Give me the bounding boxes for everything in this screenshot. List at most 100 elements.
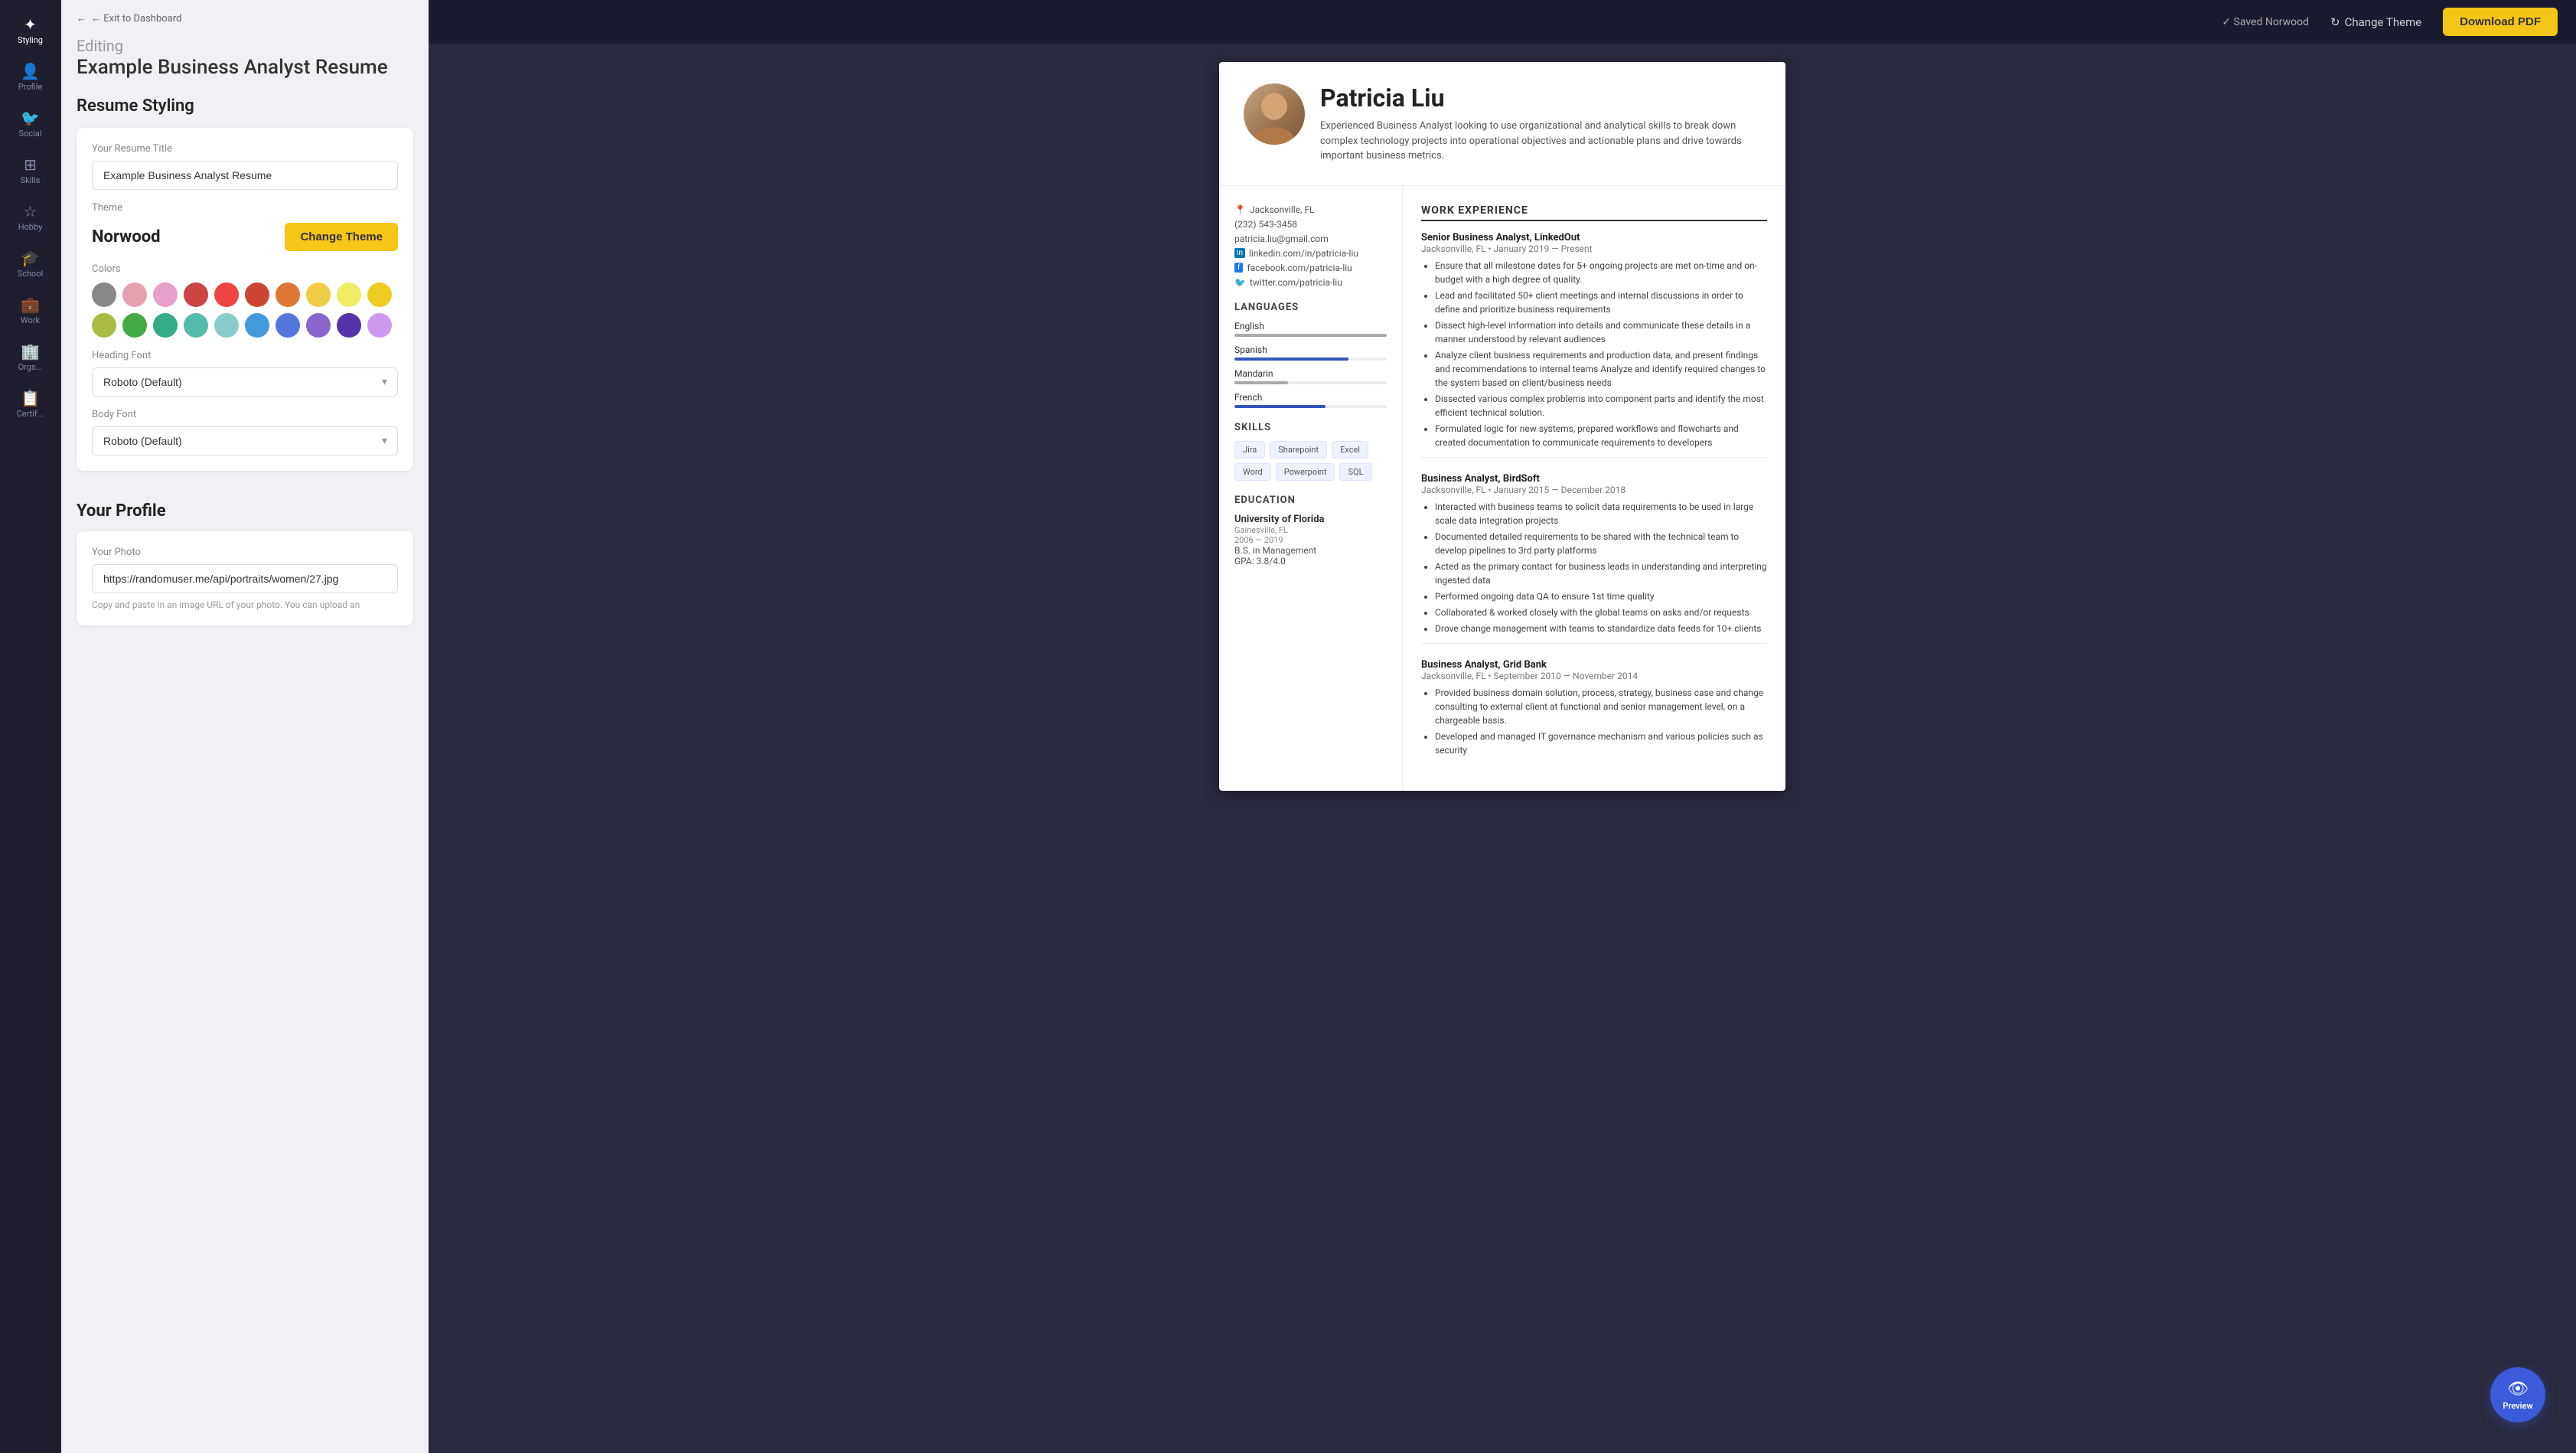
download-pdf-button[interactable]: Download PDF xyxy=(2443,8,2558,36)
edu-gpa: GPA: 3.8/4.0 xyxy=(1234,556,1387,567)
sidebar-item-work[interactable]: 💼 Work xyxy=(4,289,57,333)
preview-fab[interactable]: 👁 Preview xyxy=(2490,1367,2545,1422)
sidebar-item-styling[interactable]: ✦ Styling xyxy=(4,9,57,53)
resume-title-input[interactable] xyxy=(92,161,398,190)
color-dot[interactable] xyxy=(276,313,300,338)
contact-linkedin: in linkedin.com/in/patricia-liu xyxy=(1234,248,1387,259)
job-bullets: Ensure that all milestone dates for 5+ o… xyxy=(1421,259,1767,449)
sidebar-item-orgs[interactable]: 🏢 Orgs... xyxy=(4,336,57,380)
change-theme-top-button[interactable]: ↻ Change Theme xyxy=(2321,9,2431,35)
orgs-icon: 🏢 xyxy=(21,344,40,359)
theme-label: Theme xyxy=(92,202,398,214)
skill-tag: Powerpoint xyxy=(1276,463,1335,481)
edu-dates: 2006 — 2019 xyxy=(1234,535,1387,545)
job-entry: Business Analyst, Grid Bank Jacksonville… xyxy=(1421,659,1767,757)
language-name: Mandarin xyxy=(1234,368,1387,379)
job-bullet: Collaborated & worked closely with the g… xyxy=(1435,606,1767,619)
skills-icon: ⊞ xyxy=(24,157,37,172)
contact-phone: (232) 543-3458 xyxy=(1234,219,1387,230)
color-dot[interactable] xyxy=(92,313,116,338)
job-entry: Business Analyst, BirdSoft Jacksonville,… xyxy=(1421,473,1767,644)
contact-twitter: 🐦 twitter.com/patricia-liu xyxy=(1234,277,1387,288)
color-dot[interactable] xyxy=(214,313,239,338)
job-bullet: Analyze client business requirements and… xyxy=(1435,348,1767,390)
location-icon: 📍 xyxy=(1234,204,1246,215)
language-bar-bg xyxy=(1234,358,1387,361)
color-dot[interactable] xyxy=(337,282,361,307)
sidebar-item-skills[interactable]: ⊞ Skills xyxy=(4,149,57,193)
hobby-icon: ☆ xyxy=(24,204,37,219)
job-title: Senior Business Analyst, LinkedOut xyxy=(1421,232,1767,243)
contact-facebook: f facebook.com/patricia-liu xyxy=(1234,263,1387,273)
color-dot[interactable] xyxy=(306,282,331,307)
job-entry: Senior Business Analyst, LinkedOut Jacks… xyxy=(1421,232,1767,458)
photo-url-input[interactable] xyxy=(92,564,398,593)
language-item: Spanish xyxy=(1234,344,1387,361)
color-dot[interactable] xyxy=(367,313,392,338)
sidebar-item-certif[interactable]: 📋 Certif... xyxy=(4,383,57,426)
color-dot[interactable] xyxy=(214,282,239,307)
color-dot[interactable] xyxy=(184,313,208,338)
resume-header: Patricia Liu Experienced Business Analys… xyxy=(1219,62,1785,186)
profile-section: Your Profile Your Photo Copy and paste i… xyxy=(61,501,429,625)
edu-school: University of Florida xyxy=(1234,514,1387,525)
linkedin-icon: in xyxy=(1234,248,1245,258)
job-bullets: Interacted with business teams to solici… xyxy=(1421,500,1767,635)
school-icon: 🎓 xyxy=(21,250,40,266)
job-divider xyxy=(1421,643,1767,644)
sidebar-item-profile[interactable]: 👤 Profile xyxy=(4,56,57,100)
language-name: Spanish xyxy=(1234,344,1387,355)
job-divider xyxy=(1421,457,1767,458)
change-theme-button[interactable]: Change Theme xyxy=(285,223,398,251)
skill-tag: Sharepoint xyxy=(1270,441,1327,459)
sidebar-item-hobby[interactable]: ☆ Hobby xyxy=(4,196,57,240)
color-dot[interactable] xyxy=(367,282,392,307)
preview-eye-icon: 👁 xyxy=(2507,1380,2529,1399)
body-font-select[interactable]: Roboto (Default) xyxy=(92,426,398,455)
job-bullet: Ensure that all milestone dates for 5+ o… xyxy=(1435,259,1767,286)
job-title: Business Analyst, BirdSoft xyxy=(1421,473,1767,485)
job-bullet: Lead and facilitated 50+ client meetings… xyxy=(1435,289,1767,316)
language-bar-bg xyxy=(1234,405,1387,408)
language-bar-fill xyxy=(1234,358,1348,361)
styling-section-header: Resume Styling xyxy=(77,96,413,116)
profile-section-title: Your Profile xyxy=(77,501,413,521)
color-dot[interactable] xyxy=(122,313,147,338)
color-dot[interactable] xyxy=(153,313,178,338)
languages-container: English Spanish Mandarin French xyxy=(1234,321,1387,408)
job-meta: Jacksonville, FL • January 2015 — Decemb… xyxy=(1421,485,1767,495)
work-section-title: WORK EXPERIENCE xyxy=(1421,204,1767,221)
color-dot[interactable] xyxy=(122,282,147,307)
skills-container: JiraSharepointExcelWordPowerpointSQL xyxy=(1234,441,1387,481)
skill-tag: SQL xyxy=(1339,463,1371,481)
resume-name: Patricia Liu xyxy=(1320,83,1761,113)
editing-header: Editing Example Business Analyst Resume xyxy=(61,37,429,96)
color-dot[interactable] xyxy=(306,313,331,338)
sidebar-item-school[interactable]: 🎓 School xyxy=(4,243,57,286)
color-dot[interactable] xyxy=(92,282,116,307)
photo-hint: Copy and paste in an image URL of your p… xyxy=(92,599,398,610)
body-font-select-wrapper: Roboto (Default) ▾ xyxy=(92,426,398,455)
left-panel: ← ← Exit to Dashboard Editing Example Bu… xyxy=(61,0,429,1453)
edu-degree: B.S. in Management xyxy=(1234,545,1387,556)
styling-card: Your Resume Title Theme Norwood Change T… xyxy=(77,128,413,471)
exit-dashboard-link[interactable]: ← ← Exit to Dashboard xyxy=(61,0,429,37)
saved-label: ✓ Saved Norwood xyxy=(2222,16,2309,28)
job-bullet: Acted as the primary contact for busines… xyxy=(1435,560,1767,587)
facebook-icon: f xyxy=(1234,263,1243,273)
resume-paper: Patricia Liu Experienced Business Analys… xyxy=(1219,62,1785,791)
language-bar-fill xyxy=(1234,405,1325,408)
skill-tag: Word xyxy=(1234,463,1271,481)
color-dot[interactable] xyxy=(245,313,269,338)
certif-icon: 📋 xyxy=(21,390,40,406)
refresh-icon: ↻ xyxy=(2330,15,2340,29)
language-item: English xyxy=(1234,321,1387,337)
color-dot[interactable] xyxy=(184,282,208,307)
job-bullet: Performed ongoing data QA to ensure 1st … xyxy=(1435,589,1767,603)
color-dot[interactable] xyxy=(153,282,178,307)
color-dot[interactable] xyxy=(245,282,269,307)
color-dot[interactable] xyxy=(276,282,300,307)
color-dot[interactable] xyxy=(337,313,361,338)
sidebar-item-social[interactable]: 🐦 Social xyxy=(4,103,57,146)
heading-font-select[interactable]: Roboto (Default) xyxy=(92,367,398,397)
